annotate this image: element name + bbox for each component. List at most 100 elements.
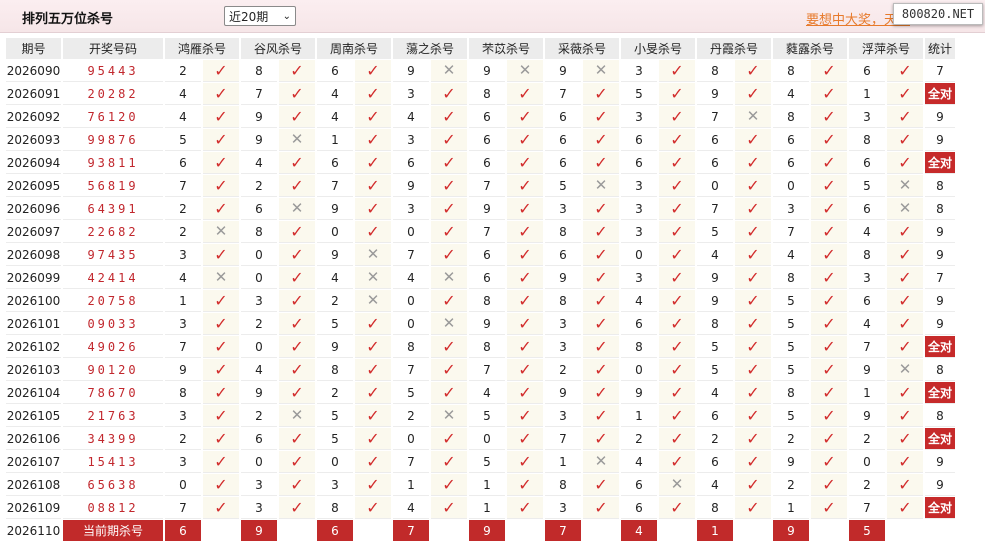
kill-number-cell: 6 xyxy=(317,152,353,174)
issue-cell: 2026107 xyxy=(6,451,61,473)
kill-number-cell: 0 xyxy=(393,290,429,312)
issue-cell: 2026091 xyxy=(6,83,61,105)
check-icon: ✓ xyxy=(887,451,923,473)
cross-icon: ✕ xyxy=(507,60,543,82)
kill-number-cell: 6 xyxy=(469,129,505,151)
check-icon: ✓ xyxy=(355,336,391,358)
cross-icon: ✕ xyxy=(431,267,467,289)
col-header-expert: 蕤露杀号 xyxy=(773,38,847,59)
check-icon: ✓ xyxy=(811,152,847,174)
kill-number-cell: 2 xyxy=(241,175,277,197)
period-select[interactable]: 近20期 ⌄ xyxy=(224,6,296,26)
check-icon: ✓ xyxy=(583,382,619,404)
current-empty-cell xyxy=(659,520,695,541)
check-icon: ✓ xyxy=(203,451,239,473)
check-icon: ✓ xyxy=(659,313,695,335)
check-icon: ✓ xyxy=(203,60,239,82)
check-icon: ✓ xyxy=(203,244,239,266)
kill-number-cell: 3 xyxy=(849,106,885,128)
kill-number-cell: 9 xyxy=(393,175,429,197)
table-row: 2026094 93811 6 ✓ 4 ✓ 6 ✓ 6 ✓ 6 ✓ 6 ✓ 6 ✓ 6 ✓ 6 ✓ 6 ✓ 全对 xyxy=(6,152,955,174)
kill-number-cell: 5 xyxy=(849,175,885,197)
kill-number-cell: 9 xyxy=(317,198,353,220)
draw-code-cell: 76120 xyxy=(63,106,163,128)
check-icon: ✓ xyxy=(507,83,543,105)
kill-number-cell: 7 xyxy=(773,221,809,243)
current-empty-cell xyxy=(431,520,467,541)
check-icon: ✓ xyxy=(735,175,771,197)
kill-number-cell: 5 xyxy=(317,405,353,427)
issue-cell: 2026108 xyxy=(6,474,61,496)
cross-icon: ✕ xyxy=(203,267,239,289)
kill-number-cell: 0 xyxy=(241,336,277,358)
check-icon: ✓ xyxy=(583,359,619,381)
check-icon: ✓ xyxy=(279,60,315,82)
cross-icon: ✕ xyxy=(583,451,619,473)
kill-number-cell: 5 xyxy=(545,175,581,197)
kill-number-cell: 0 xyxy=(241,267,277,289)
draw-code-cell: 09033 xyxy=(63,313,163,335)
issue-cell: 2026098 xyxy=(6,244,61,266)
current-kill-number: 4 xyxy=(621,520,657,541)
kill-number-cell: 1 xyxy=(849,382,885,404)
period-select-value: 近20期 xyxy=(229,10,269,24)
check-icon: ✓ xyxy=(659,267,695,289)
kill-number-cell: 6 xyxy=(773,152,809,174)
check-icon: ✓ xyxy=(507,221,543,243)
check-icon: ✓ xyxy=(887,60,923,82)
kill-number-cell: 4 xyxy=(697,382,733,404)
check-icon: ✓ xyxy=(507,359,543,381)
kill-number-cell: 4 xyxy=(317,267,353,289)
kill-number-cell: 7 xyxy=(241,83,277,105)
kill-number-cell: 0 xyxy=(241,451,277,473)
kill-number-cell: 8 xyxy=(317,359,353,381)
table-row: 2026093 99876 5 ✓ 9 ✕ 1 ✓ 3 ✓ 6 ✓ 6 ✓ 6 ✓ 6 ✓ 6 ✓ 8 ✓ 9 xyxy=(6,129,955,151)
draw-code-cell: 42414 xyxy=(63,267,163,289)
kill-number-cell: 8 xyxy=(545,290,581,312)
kill-number-cell: 9 xyxy=(849,359,885,381)
table-body: 2026090 95443 2 ✓ 8 ✓ 6 ✓ 9 ✕ 9 ✕ 9 ✕ 3 ✓ 8 ✓ 8 ✓ 6 ✓ 7 2026091… xyxy=(6,60,955,541)
kill-number-cell: 6 xyxy=(545,106,581,128)
current-empty-cell xyxy=(583,520,619,541)
kill-number-cell: 2 xyxy=(165,428,201,450)
cross-icon: ✕ xyxy=(735,106,771,128)
col-header-expert: 周南杀号 xyxy=(317,38,391,59)
check-icon: ✓ xyxy=(887,106,923,128)
check-icon: ✓ xyxy=(735,313,771,335)
kill-number-cell: 7 xyxy=(545,83,581,105)
check-icon: ✓ xyxy=(735,83,771,105)
kill-number-cell: 0 xyxy=(621,359,657,381)
kill-number-cell: 4 xyxy=(165,83,201,105)
check-icon: ✓ xyxy=(279,428,315,450)
check-icon: ✓ xyxy=(811,175,847,197)
kill-number-cell: 7 xyxy=(849,497,885,519)
kill-number-cell: 7 xyxy=(165,175,201,197)
kill-number-cell: 9 xyxy=(469,313,505,335)
kill-number-cell: 8 xyxy=(469,83,505,105)
check-icon: ✓ xyxy=(431,474,467,496)
check-icon: ✓ xyxy=(659,244,695,266)
kill-number-cell: 9 xyxy=(849,405,885,427)
table-row: 2026097 22682 2 ✕ 8 ✓ 0 ✓ 0 ✓ 7 ✓ 8 ✓ 3 ✓ 5 ✓ 7 ✓ 4 ✓ 9 xyxy=(6,221,955,243)
check-icon: ✓ xyxy=(887,244,923,266)
check-icon: ✓ xyxy=(203,336,239,358)
kill-number-cell: 4 xyxy=(773,83,809,105)
col-header-expert: 丹霞杀号 xyxy=(697,38,771,59)
check-icon: ✓ xyxy=(203,83,239,105)
check-icon: ✓ xyxy=(507,382,543,404)
cross-icon: ✕ xyxy=(583,175,619,197)
kill-number-cell: 8 xyxy=(393,336,429,358)
header-row: 期号 开奖号码 鸿雁杀号 谷风杀号 周南杀号 蕩之杀号 芣苡杀号 采薇杀号 小旻… xyxy=(6,38,955,59)
all-correct-badge: 全对 xyxy=(925,83,955,105)
kill-number-cell: 4 xyxy=(393,267,429,289)
kill-number-cell: 9 xyxy=(621,382,657,404)
check-icon: ✓ xyxy=(279,382,315,404)
draw-code-cell: 21763 xyxy=(63,405,163,427)
kill-number-cell: 8 xyxy=(469,290,505,312)
check-icon: ✓ xyxy=(279,221,315,243)
col-header-expert: 谷风杀号 xyxy=(241,38,315,59)
issue-cell: 2026106 xyxy=(6,428,61,450)
kill-number-cell: 7 xyxy=(469,175,505,197)
kill-number-cell: 6 xyxy=(849,60,885,82)
kill-number-cell: 0 xyxy=(165,474,201,496)
